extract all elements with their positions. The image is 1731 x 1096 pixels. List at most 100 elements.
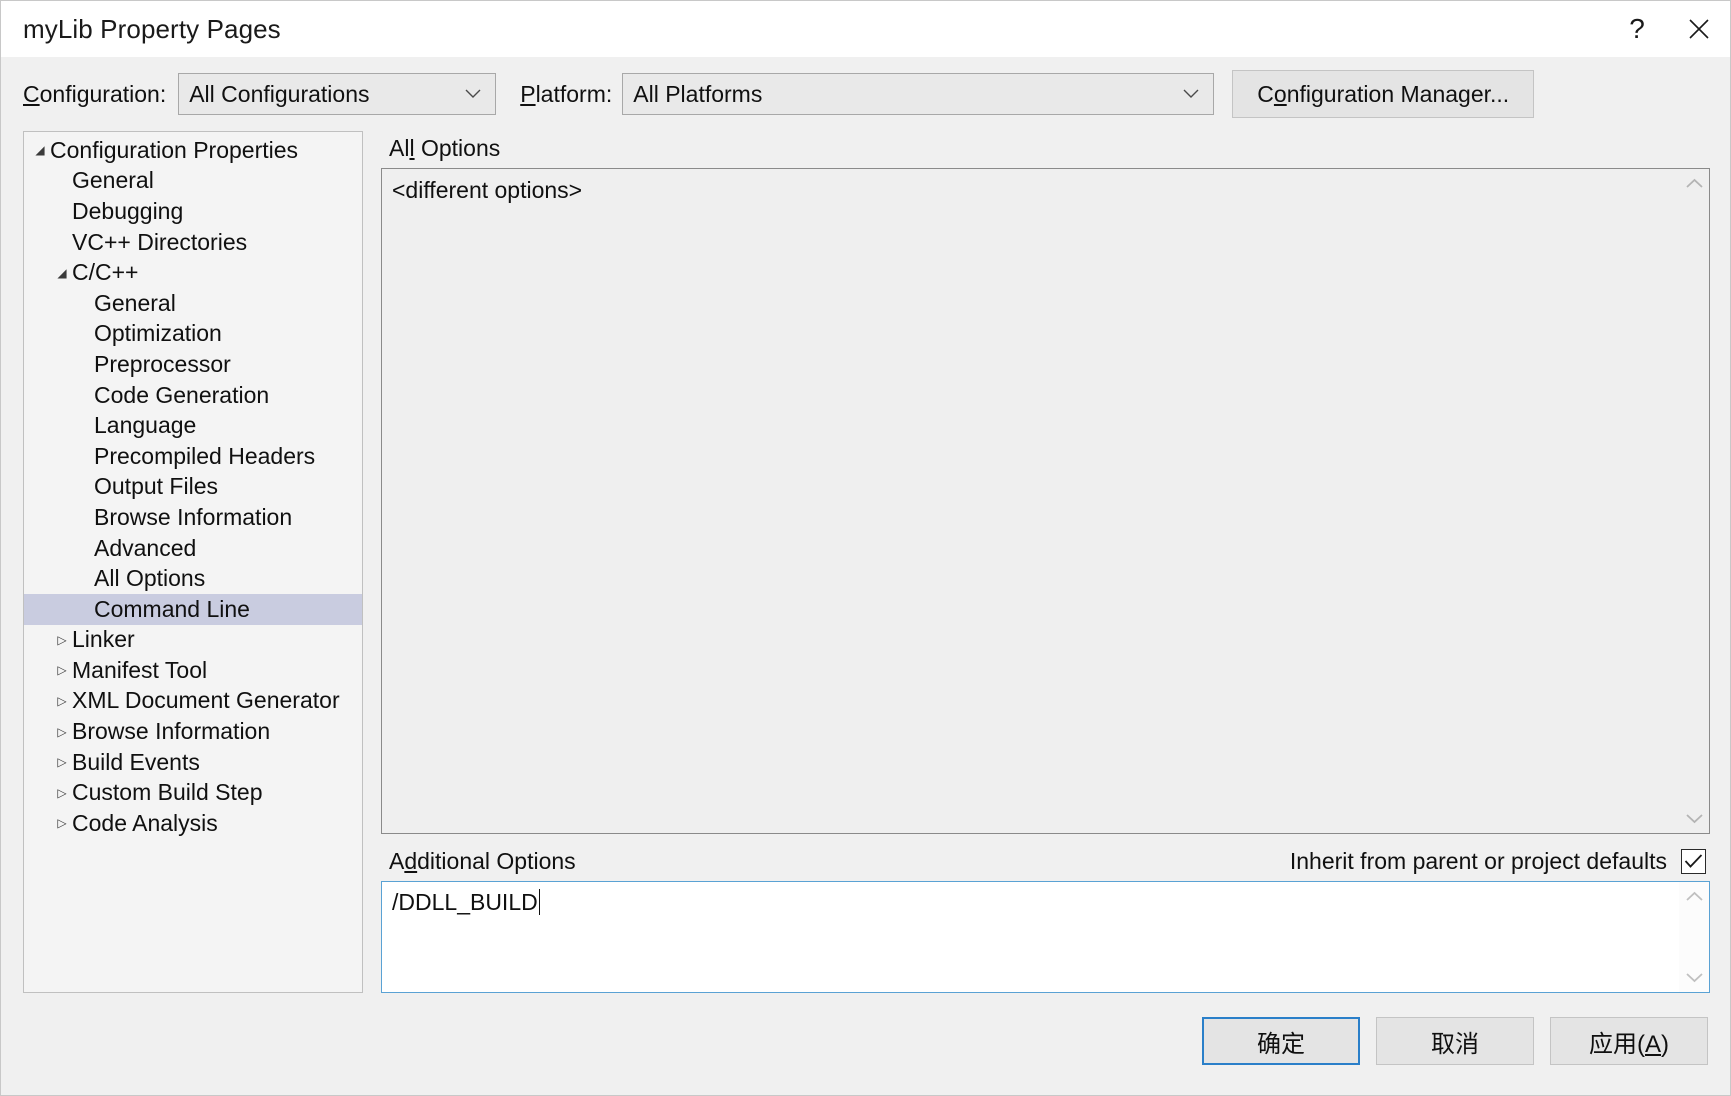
tree-item-linker[interactable]: ▷ Linker [24, 625, 362, 656]
tree-item-label: XML Document Generator [72, 687, 340, 714]
chevron-up-icon[interactable] [1685, 888, 1703, 905]
tree-item-code-analysis[interactable]: ▷ Code Analysis [24, 808, 362, 839]
tree-item-label: Language [94, 412, 197, 439]
window-title: myLib Property Pages [23, 13, 281, 44]
tree-item-language[interactable]: Language [24, 410, 362, 441]
tree-item-label: Output Files [94, 473, 218, 500]
tree-item-code-generation[interactable]: Code Generation [24, 380, 362, 411]
triangle-expanded-icon[interactable]: ◢ [52, 267, 72, 279]
triangle-collapsed-icon[interactable]: ▷ [52, 756, 72, 768]
close-icon [1689, 19, 1709, 39]
help-button[interactable]: ? [1606, 1, 1668, 57]
tree-item-build-events[interactable]: ▷ Build Events [24, 747, 362, 778]
checkmark-icon [1684, 854, 1703, 868]
title-bar-buttons: ? [1606, 1, 1730, 57]
tree-item-label: Configuration Properties [50, 136, 299, 163]
triangle-collapsed-icon[interactable]: ▷ [52, 787, 72, 799]
configuration-label-rest: onfiguration: [39, 80, 167, 107]
triangle-collapsed-icon[interactable]: ▷ [52, 664, 72, 676]
tree-item-manifest-tool[interactable]: ▷ Manifest Tool [24, 655, 362, 686]
tree-item-custom-build-step[interactable]: ▷ Custom Build Step [24, 777, 362, 808]
configuration-manager-button[interactable]: Configuration Manager... [1232, 70, 1535, 118]
triangle-collapsed-icon[interactable]: ▷ [52, 634, 72, 646]
tree-item-browse-information[interactable]: Browse Information [24, 502, 362, 533]
text-caret [538, 889, 541, 915]
tree-item-vc-directories[interactable]: VC++ Directories [24, 227, 362, 258]
tree-item-xml-document-generator[interactable]: ▷ XML Document Generator [24, 686, 362, 717]
ok-button[interactable]: 确定 [1202, 1017, 1360, 1065]
tree-item-all-options[interactable]: All Options [24, 563, 362, 594]
tree-item-general[interactable]: General [24, 288, 362, 319]
chevron-down-icon[interactable] [1685, 810, 1703, 827]
property-tree[interactable]: ◢ Configuration Properties General Debugg… [23, 131, 363, 993]
tree-item-configuration-properties[interactable]: ◢ Configuration Properties [24, 135, 362, 166]
tree-item-precompiled-headers[interactable]: Precompiled Headers [24, 441, 362, 472]
apply-label-accel: A [1644, 1030, 1661, 1058]
all-options-label-pre: Al [389, 135, 410, 161]
apply-button[interactable]: 应用(A) [1550, 1017, 1708, 1065]
title-bar: myLib Property Pages ? [1, 1, 1730, 57]
inherit-defaults-checkbox[interactable] [1681, 849, 1706, 874]
tree-item-c-c[interactable]: ◢ C/C++ [24, 257, 362, 288]
tree-item-label: Manifest Tool [72, 656, 208, 683]
tree-item-command-line[interactable]: Command Line [24, 593, 362, 625]
tree-item-label: Browse Information [94, 503, 293, 530]
tree-item-label: Optimization [94, 320, 222, 347]
cancel-button[interactable]: 取消 [1376, 1017, 1534, 1065]
triangle-collapsed-icon[interactable]: ▷ [52, 726, 72, 738]
tree-item-label: Precompiled Headers [94, 442, 316, 469]
cancel-button-label: 取消 [1431, 1030, 1479, 1058]
all-options-value: <different options> [392, 177, 583, 203]
chevron-up-icon[interactable] [1685, 175, 1703, 192]
tree-item-output-files[interactable]: Output Files [24, 472, 362, 503]
cfgmgr-accel: o [1273, 80, 1287, 107]
all-options-label-post: Options [414, 135, 501, 161]
additional-options-header: Additional Options Inherit from parent o… [381, 834, 1710, 881]
tree-item-label: Code Generation [94, 381, 270, 408]
additional-options-textarea[interactable]: /DDLL_BUILD [381, 881, 1710, 993]
platform-dropdown[interactable]: All Platforms [622, 73, 1215, 115]
tree-item-debugging[interactable]: Debugging [24, 196, 362, 227]
configuration-dropdown-value: All Configurations [189, 80, 370, 107]
tree-item-browse-information[interactable]: ▷ Browse Information [24, 716, 362, 747]
question-mark-icon: ? [1629, 13, 1645, 44]
additional-options-scrollbar[interactable] [1679, 882, 1709, 992]
ok-button-label: 确定 [1257, 1030, 1305, 1058]
configuration-dropdown[interactable]: All Configurations [178, 73, 497, 115]
apply-label-pre: 应用( [1588, 1030, 1645, 1058]
tree-item-label: General [72, 167, 154, 194]
tree-item-preprocessor[interactable]: Preprocessor [24, 349, 362, 380]
triangle-expanded-icon[interactable]: ◢ [30, 144, 50, 156]
tree-item-label: Linker [72, 626, 135, 653]
triangle-collapsed-icon[interactable]: ▷ [52, 817, 72, 829]
close-button[interactable] [1668, 1, 1730, 57]
configuration-bar: Configuration: All Configurations Platfo… [1, 57, 1730, 131]
additional-options-value-wrap: /DDLL_BUILD [382, 882, 1679, 992]
tree-item-advanced[interactable]: Advanced [24, 533, 362, 564]
tree-item-label: Build Events [72, 748, 200, 775]
all-options-textarea[interactable]: <different options> [381, 168, 1710, 834]
additional-options-label: Additional Options [381, 848, 576, 875]
property-pages-dialog: myLib Property Pages ? Configuration: Al… [0, 0, 1731, 1096]
tree-item-label: Command Line [94, 595, 250, 622]
addopt-label-pre: A [389, 848, 405, 874]
tree-item-optimization[interactable]: Optimization [24, 319, 362, 350]
chevron-down-icon[interactable] [1685, 969, 1703, 986]
inherit-defaults-row[interactable]: Inherit from parent or project defaults [1290, 848, 1710, 875]
addopt-label-post: ditional Options [417, 848, 576, 874]
tree-item-general[interactable]: General [24, 166, 362, 197]
apply-button-label: 应用(A) [1589, 1024, 1669, 1059]
triangle-collapsed-icon[interactable]: ▷ [52, 695, 72, 707]
configuration-label-accel: C [23, 80, 40, 107]
dialog-body: ◢ Configuration Properties General Debugg… [1, 131, 1730, 1005]
tree-item-label: Custom Build Step [72, 779, 263, 806]
all-options-scrollbar[interactable] [1679, 169, 1709, 833]
